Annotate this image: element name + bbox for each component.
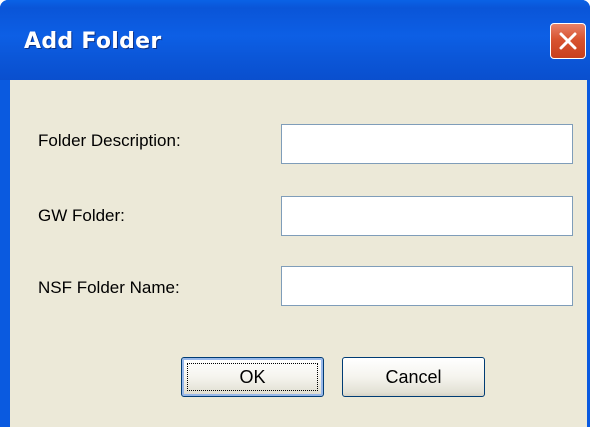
folder-description-label: Folder Description:: [38, 131, 181, 150]
ok-button-label: OK: [239, 367, 266, 387]
gw-folder-input[interactable]: [281, 196, 573, 236]
nsf-folder-name-input[interactable]: [281, 266, 573, 306]
nsf-folder-name-label: NSF Folder Name:: [38, 278, 180, 297]
dialog-title: Add Folder: [24, 29, 162, 54]
folder-description-input[interactable]: [281, 124, 573, 164]
dialog-body: Folder Description: GW Folder: NSF Folde…: [10, 80, 587, 427]
close-icon: [559, 32, 577, 50]
ok-button[interactable]: OK: [181, 357, 324, 397]
gw-folder-label: GW Folder:: [38, 206, 125, 225]
add-folder-dialog: Add Folder Folder Description: GW Folder…: [0, 0, 590, 427]
cancel-button[interactable]: Cancel: [342, 357, 485, 397]
close-button[interactable]: [550, 23, 586, 59]
cancel-button-label: Cancel: [385, 367, 442, 387]
title-bar[interactable]: Add Folder: [0, 0, 590, 80]
